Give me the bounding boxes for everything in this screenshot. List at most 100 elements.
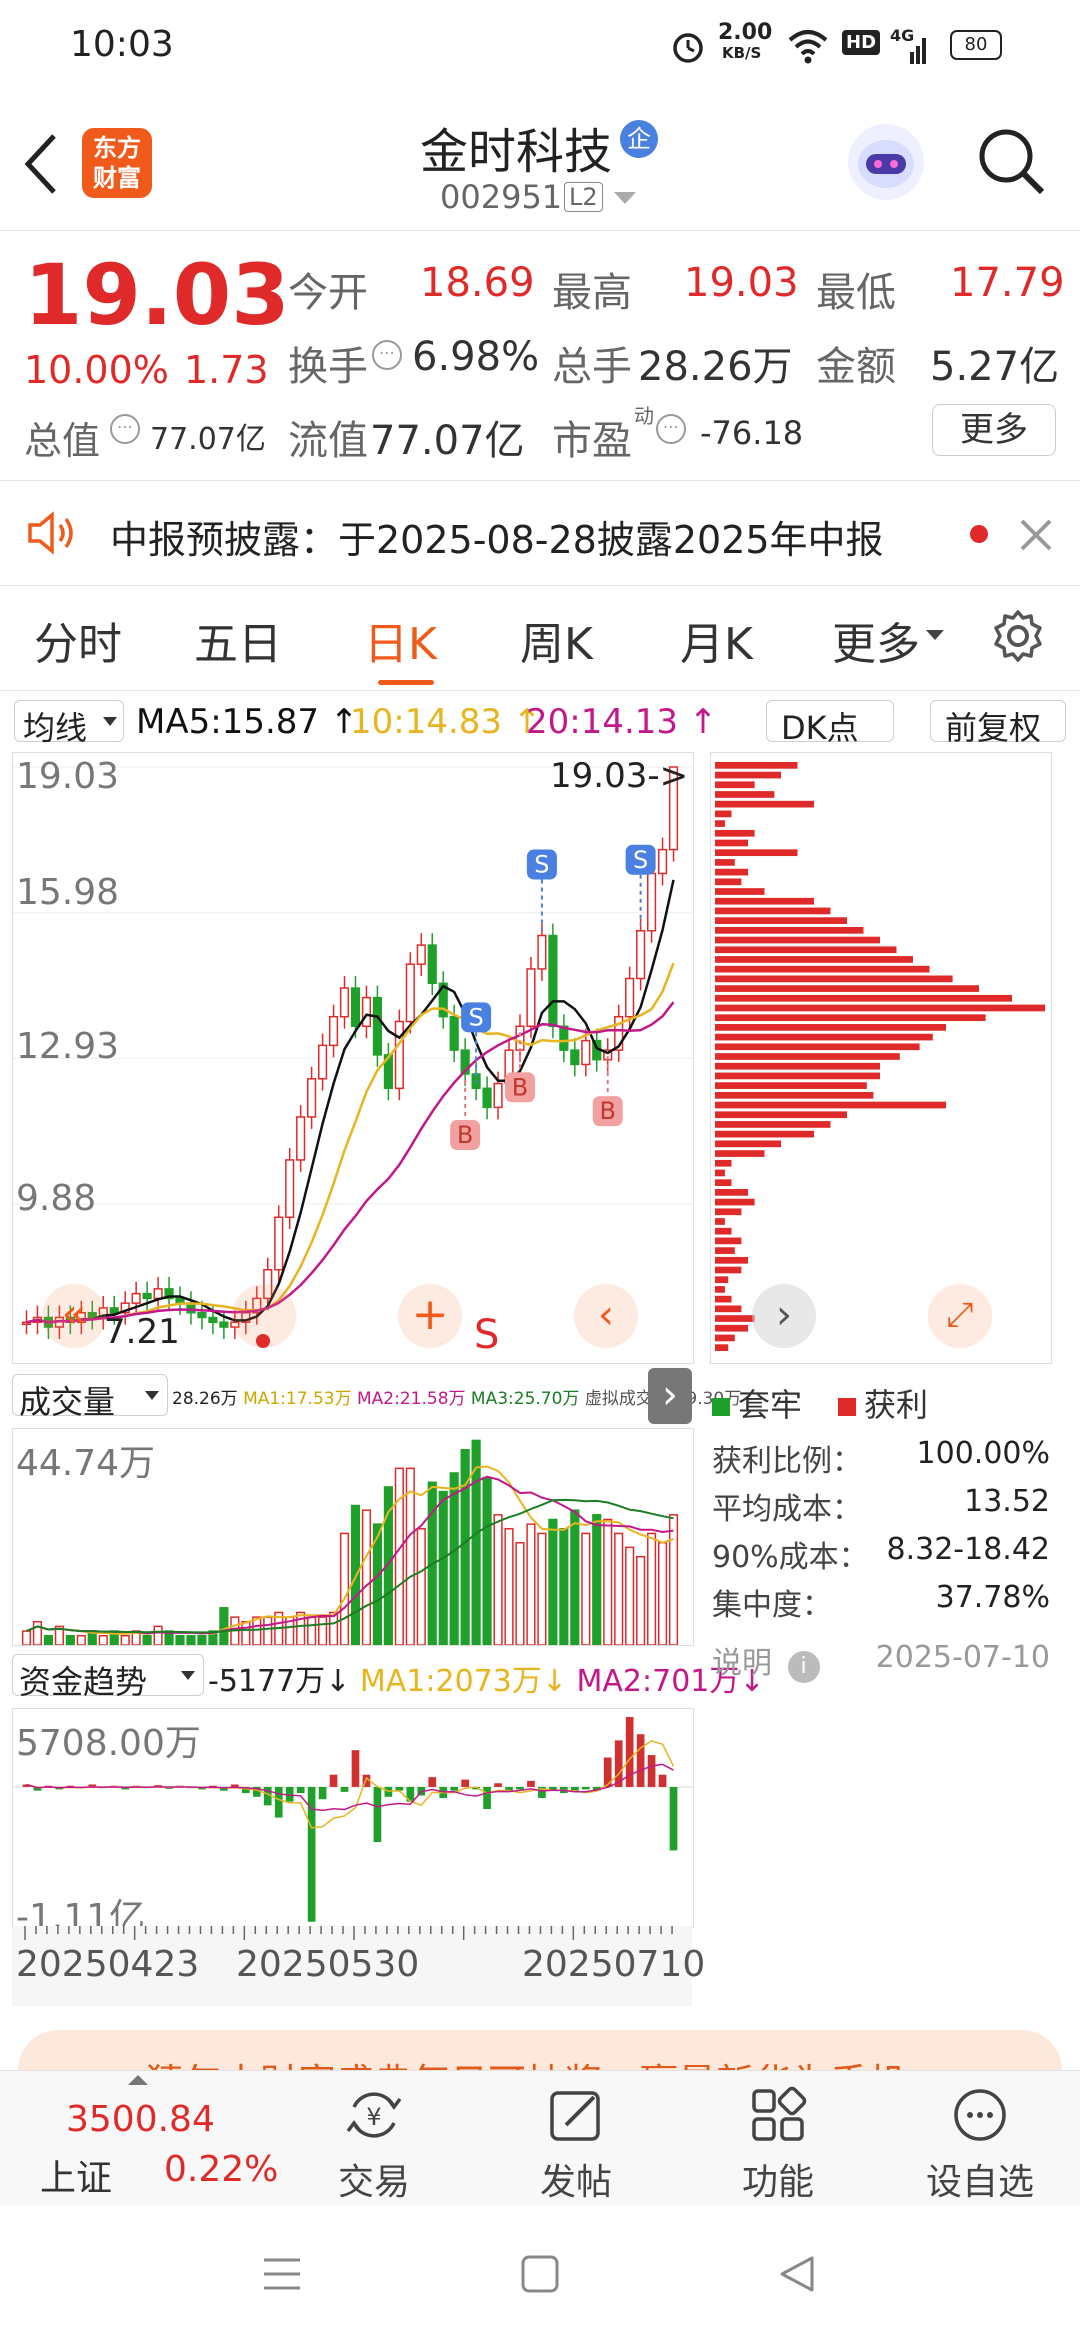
- index-value[interactable]: 3500.84: [66, 2099, 215, 2140]
- x-label-2: 20250710: [522, 1944, 706, 1985]
- red-dot-icon: [256, 1334, 270, 1348]
- chip-distribution-panel[interactable]: [710, 752, 1052, 1364]
- candle-body: [570, 1049, 580, 1066]
- fund-value: -5177万: [208, 1664, 326, 1699]
- chip-bar: [715, 1237, 742, 1245]
- dk-point-button[interactable]: DK点: [766, 700, 894, 747]
- robot-avatar[interactable]: [848, 124, 924, 200]
- volume-selector[interactable]: 成交量: [12, 1374, 168, 1421]
- chart-left-control[interactable]: «: [42, 1284, 106, 1348]
- volume-bar: [449, 1472, 459, 1645]
- tab-weekly-k[interactable]: 周K: [520, 608, 593, 672]
- pe-info-icon[interactable]: ⋯: [656, 414, 686, 444]
- more-button[interactable]: 更多: [932, 404, 1056, 456]
- adjust-button[interactable]: 前复权: [930, 700, 1066, 747]
- x-axis-ticks: [24, 1926, 673, 1940]
- home-icon[interactable]: [520, 2254, 560, 2294]
- kline-ylabel-3: 9.88: [16, 1178, 97, 1219]
- post-icon[interactable]: [546, 2085, 606, 2145]
- back-nav-icon[interactable]: [778, 2254, 818, 2294]
- dropdown-icon[interactable]: [614, 192, 636, 206]
- volume-expand-button[interactable]: ›: [648, 1368, 692, 1424]
- volume-bar: [339, 1532, 350, 1645]
- nav-post[interactable]: 发帖: [516, 2153, 636, 2205]
- chip-bar: [715, 839, 748, 847]
- chip-bar: [715, 820, 725, 827]
- add-watchlist-icon[interactable]: [950, 2085, 1010, 2145]
- chip-stat-label-0: 获利比例：: [712, 1444, 862, 1479]
- tab-monthly-k[interactable]: 月K: [680, 608, 753, 672]
- chip-bar: [715, 946, 897, 954]
- chip-bar: [715, 1286, 725, 1293]
- svg-text:¥: ¥: [366, 2103, 381, 2131]
- kline-ylabel-1: 15.98: [16, 872, 120, 913]
- chart-dot-control[interactable]: [232, 1284, 296, 1348]
- index-change[interactable]: 0.22%: [164, 2149, 278, 2190]
- level-badge: L2: [564, 182, 603, 212]
- mktcap-info-icon[interactable]: ⋯: [110, 414, 140, 444]
- volume-bar: [241, 1621, 251, 1645]
- close-icon[interactable]: [1018, 517, 1054, 553]
- nav-trade[interactable]: 交易: [314, 2153, 434, 2205]
- chip-note-link[interactable]: 说明 i: [712, 1638, 820, 1683]
- back-icon[interactable]: [22, 132, 62, 196]
- fund-bar: [329, 1774, 338, 1787]
- fund-trend-selector[interactable]: 资金趋势: [12, 1654, 204, 1701]
- float-value: 77.07亿: [370, 418, 525, 464]
- settings-icon[interactable]: [990, 608, 1046, 664]
- expand-icon[interactable]: ⤢: [928, 1284, 992, 1348]
- candle-body: [339, 987, 350, 1018]
- system-nav-bar: [0, 2206, 1080, 2340]
- add-indicator-button[interactable]: +: [398, 1284, 462, 1348]
- index-name[interactable]: 上证: [40, 2149, 112, 2201]
- volume-max-label: 44.74万: [16, 1443, 156, 1484]
- tab-daily-k[interactable]: 日K: [364, 608, 437, 672]
- chip-bar: [715, 1082, 867, 1089]
- turnover-label: 换手: [288, 344, 368, 390]
- volume-bar: [548, 1518, 558, 1645]
- candle-body: [131, 1292, 141, 1304]
- chip-bar: [715, 771, 781, 779]
- notice-bar[interactable]: 中报预披露：于2025-08-28披露2025年中报: [0, 480, 1080, 586]
- ma10-value: 10:14.83 ↑: [350, 702, 542, 742]
- volume-bar: [438, 1490, 448, 1645]
- tab-more[interactable]: 更多: [832, 608, 920, 672]
- chip-stat-value-3: 37.78%: [935, 1580, 1050, 1615]
- trade-icon[interactable]: ¥: [342, 2085, 406, 2145]
- menu-icon[interactable]: [260, 2254, 304, 2294]
- chip-bar: [715, 859, 735, 866]
- candle-body: [625, 977, 635, 1018]
- search-icon[interactable]: [976, 126, 1046, 196]
- volume-bar: [153, 1625, 163, 1645]
- chip-bar: [715, 849, 798, 857]
- volume-bar: [482, 1476, 492, 1645]
- turnover-info-icon[interactable]: ⋯: [372, 340, 402, 370]
- stock-name[interactable]: 金时科技: [420, 112, 612, 182]
- chip-bar: [715, 1256, 748, 1264]
- logo-line2: 财富: [93, 164, 141, 192]
- candle-body: [559, 1025, 569, 1051]
- kline-ylabel-0: 19.03: [16, 756, 120, 797]
- chip-bar: [715, 1295, 732, 1303]
- ma-selector[interactable]: 均线: [14, 700, 124, 747]
- volume-bar: [559, 1528, 569, 1645]
- nav-add-watchlist[interactable]: 设自选: [910, 2153, 1050, 2205]
- function-icon[interactable]: [748, 2085, 808, 2145]
- volume-bar: [394, 1467, 404, 1645]
- notice-text: 中报预披露：于2025-08-28披露2025年中报: [110, 518, 884, 562]
- chip-bar: [715, 1315, 755, 1322]
- tab-five-day[interactable]: 五日: [194, 608, 282, 672]
- chip-bar: [715, 781, 755, 789]
- chart-prev-button[interactable]: ‹: [574, 1284, 638, 1348]
- nav-function[interactable]: 功能: [718, 2153, 838, 2205]
- fund-bar: [669, 1786, 678, 1851]
- candle-body: [372, 996, 383, 1056]
- last-price-marker: 19.03->: [550, 756, 689, 796]
- chip-bar: [715, 1150, 765, 1157]
- chip-bar: [715, 1091, 874, 1099]
- chip-next-button[interactable]: ›: [752, 1284, 816, 1348]
- tab-intraday[interactable]: 分时: [34, 608, 122, 672]
- ma10-text: 10:14.83: [350, 702, 503, 742]
- volume-bar: [526, 1523, 536, 1645]
- volume-bar: [263, 1616, 273, 1645]
